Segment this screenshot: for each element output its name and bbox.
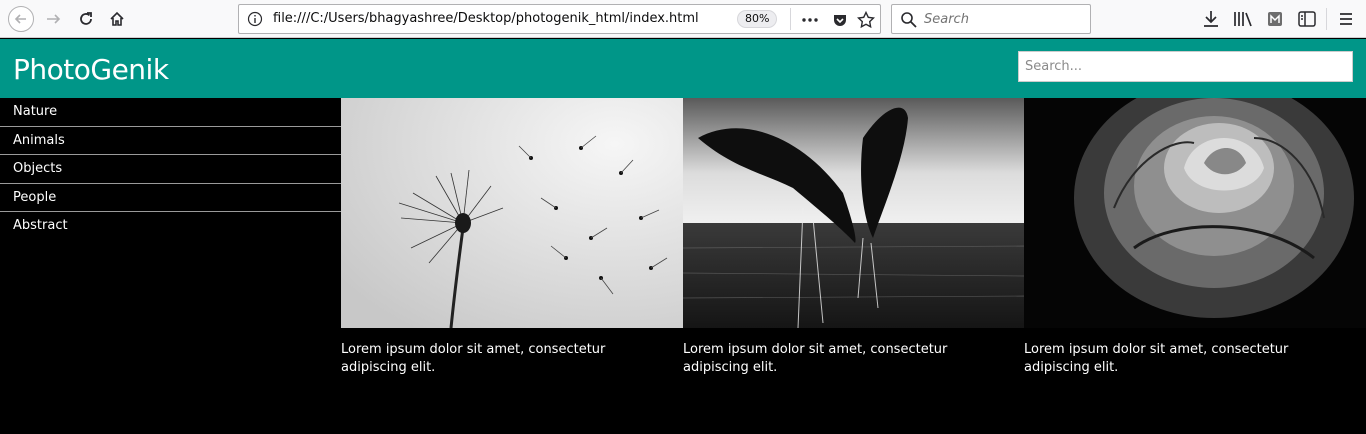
sidebar-item-people[interactable]: People [0, 184, 341, 212]
forward-icon[interactable] [40, 6, 66, 32]
dolphins-photo[interactable] [683, 98, 1025, 328]
photo-card[interactable]: Lorem ipsum dolor sit amet, consectetur … [1024, 98, 1366, 377]
info-icon[interactable] [247, 11, 263, 27]
photo-card[interactable]: Lorem ipsum dolor sit amet, consectetur … [683, 98, 1025, 377]
reload-icon[interactable] [73, 6, 99, 32]
browser-toolbar: file:///C:/Users/bhagyashree/Desktop/pho… [0, 0, 1366, 38]
photo-caption: Lorem ipsum dolor sit amet, consectetur … [341, 342, 606, 375]
site-title[interactable]: PhotoGenik [13, 53, 169, 86]
urlbar-divider [790, 8, 791, 30]
sidebar-item-abstract[interactable]: Abstract [0, 212, 341, 241]
site-search-input[interactable] [1018, 51, 1353, 82]
sidebar-item-nature[interactable]: Nature [0, 98, 341, 127]
photo-gallery: Lorem ipsum dolor sit amet, consectetur … [341, 98, 1366, 434]
search-icon [900, 11, 918, 29]
extension-icon[interactable] [1265, 9, 1285, 29]
download-icon[interactable] [1201, 9, 1221, 29]
sidebar-item-animals[interactable]: Animals [0, 127, 341, 155]
rose-photo[interactable] [1024, 98, 1366, 328]
toolbar-divider [1326, 8, 1327, 30]
browser-search-bar[interactable]: Search [891, 4, 1091, 34]
photo-card[interactable]: Lorem ipsum dolor sit amet, consectetur … [341, 98, 683, 377]
site-header: PhotoGenik [0, 39, 1366, 98]
photo-caption: Lorem ipsum dolor sit amet, consectetur … [1024, 342, 1289, 375]
pocket-icon[interactable] [831, 11, 849, 29]
star-icon[interactable] [857, 11, 875, 29]
home-icon[interactable] [104, 6, 130, 32]
url-bar[interactable]: file:///C:/Users/bhagyashree/Desktop/pho… [238, 4, 881, 34]
category-sidebar: Nature Animals Objects People Abstract [0, 98, 341, 241]
sidebar-icon[interactable] [1297, 9, 1317, 29]
library-icon[interactable] [1233, 9, 1253, 29]
url-text[interactable]: file:///C:/Users/bhagyashree/Desktop/pho… [273, 11, 699, 26]
back-icon[interactable] [8, 6, 34, 32]
browser-search-placeholder: Search [924, 12, 969, 27]
photo-caption: Lorem ipsum dolor sit amet, consectetur … [683, 342, 948, 375]
dandelion-photo[interactable] [341, 98, 683, 328]
zoom-level-badge[interactable]: 80% [737, 10, 778, 28]
sidebar-item-objects[interactable]: Objects [0, 155, 341, 184]
more-icon[interactable] [801, 11, 819, 29]
menu-icon[interactable] [1336, 9, 1356, 29]
